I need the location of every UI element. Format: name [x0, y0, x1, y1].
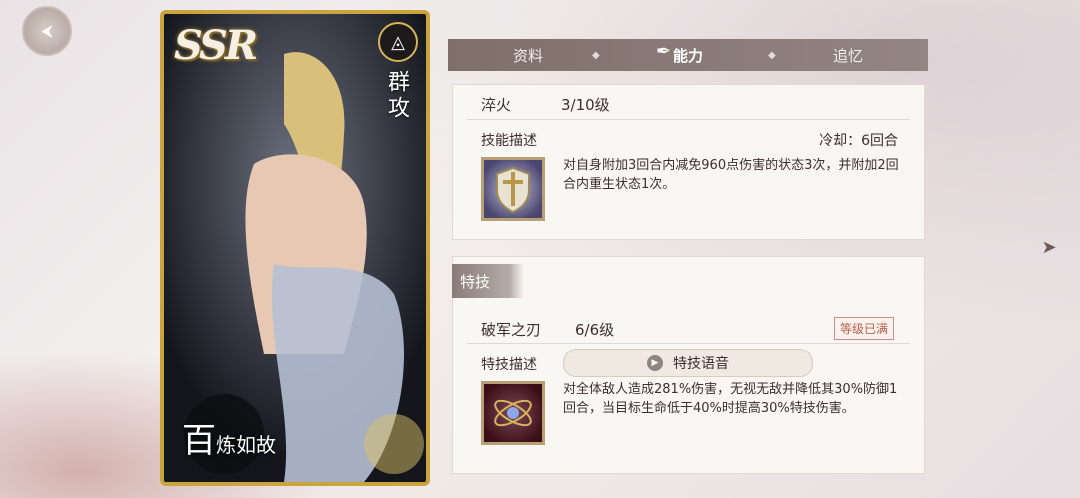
skill-description: 对自身附加3回合内减免960点伤害的状态3次，并附加2回合内重生状态1次。: [563, 158, 899, 192]
skill-desc-label: 技能描述: [481, 133, 537, 149]
divider: [467, 343, 910, 344]
orbit-crystal-icon: [481, 381, 545, 445]
triangle-sigil-icon: ◬: [378, 22, 418, 62]
divider: [467, 119, 910, 120]
card-name: 百炼如故: [182, 413, 276, 462]
diamond-separator-icon: ◆: [768, 49, 776, 61]
tab-ability[interactable]: 能力: [608, 45, 768, 66]
skill-name: 淬火: [481, 96, 512, 114]
level-max-badge: 等级已满: [833, 317, 894, 340]
back-button[interactable]: ⮜: [22, 6, 72, 56]
skill-panel: 淬火 3/10级 技能描述 冷却：6回合 对自身附加3回合内减免960点伤害的状…: [452, 84, 925, 240]
tab-profile[interactable]: 资料: [448, 45, 608, 66]
tab-bar: 资料 能力 追忆 ◆ ◆ ✒: [448, 39, 928, 71]
arrow-right-icon: ➤: [1041, 236, 1057, 258]
card-name-first: 百: [182, 421, 216, 461]
voice-button-label: 特技语音: [673, 356, 729, 372]
character-card: SSR ◬ 群攻 百炼如故: [160, 10, 430, 486]
special-desc-label: 特技描述: [481, 357, 537, 373]
quill-icon: ✒: [656, 41, 672, 62]
special-name: 破军之刃: [481, 321, 542, 339]
skill-cooldown: 冷却：6回合: [819, 133, 898, 149]
skill-level: 3/10级: [561, 96, 610, 114]
special-section-tab: 特技: [452, 264, 524, 298]
special-description: 对全体敌人造成281%伤害，无视无敌并降低其30%防御1回合，当目标生命低于40…: [563, 382, 898, 416]
card-name-rest: 炼如故: [216, 433, 276, 457]
special-level: 6/6级: [575, 321, 615, 339]
special-voice-button[interactable]: ▶ 特技语音: [563, 349, 813, 377]
attack-type-label: 群攻: [384, 70, 409, 122]
play-icon: ▶: [647, 355, 663, 371]
back-arrow-icon: ⮜: [41, 21, 53, 40]
sword-shield-icon: [481, 157, 545, 221]
rarity-badge: SSR: [174, 22, 258, 69]
tab-memory[interactable]: 追忆: [768, 45, 928, 66]
special-section-label: 特技: [460, 272, 491, 291]
next-arrow-button[interactable]: ➤: [1034, 236, 1064, 258]
diamond-separator-icon: ◆: [592, 49, 600, 61]
